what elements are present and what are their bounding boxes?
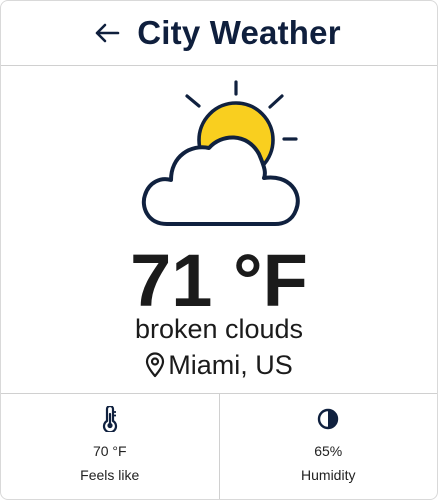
arrow-left-icon bbox=[95, 23, 120, 43]
location-label: Miami, US bbox=[168, 350, 293, 380]
location: Miami, US bbox=[1, 350, 437, 380]
humidity-value: 65% bbox=[314, 443, 343, 459]
weather-card: City Weather 71 °F broken clouds Miami, … bbox=[0, 0, 438, 500]
location-pin-icon bbox=[145, 352, 165, 378]
stat-feels-like: 70 °F Feels like bbox=[1, 394, 219, 499]
weather-stats: 70 °F Feels like 65% Humidity bbox=[1, 393, 438, 499]
feels-like-label: Feels like bbox=[80, 467, 140, 483]
weather-description: broken clouds bbox=[134, 314, 304, 344]
page-title: City Weather bbox=[137, 14, 341, 51]
partly-cloudy-icon bbox=[141, 80, 300, 226]
temperature: 71 °F bbox=[130, 239, 308, 322]
thermometer-icon bbox=[101, 404, 119, 434]
humidity-drop-icon bbox=[317, 404, 339, 434]
feels-like-value: 70 °F bbox=[92, 443, 127, 459]
stat-humidity: 65% Humidity bbox=[218, 394, 438, 499]
header: City Weather bbox=[1, 1, 437, 66]
humidity-label: Humidity bbox=[301, 467, 356, 483]
back-button[interactable] bbox=[93, 19, 121, 47]
current-weather: 71 °F broken clouds Miami, US bbox=[1, 66, 437, 394]
